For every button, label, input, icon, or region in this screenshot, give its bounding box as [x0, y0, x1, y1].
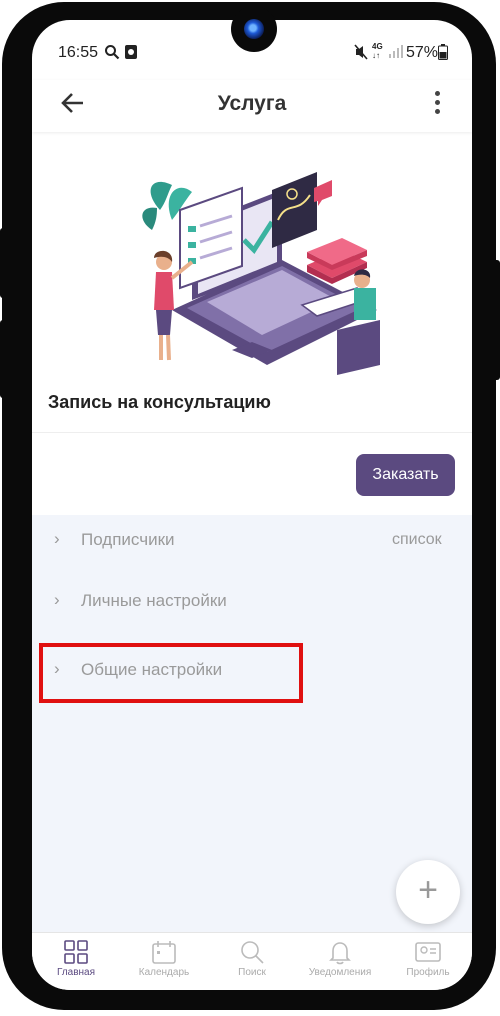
front-camera: [231, 6, 277, 52]
search-icon: [241, 941, 264, 964]
calendar-icon: [152, 941, 176, 964]
nav-label: Уведомления: [308, 967, 372, 978]
mute-icon: [354, 44, 368, 64]
app-bar: Услуга: [32, 80, 472, 132]
volume-button-2: [0, 320, 8, 398]
nav-label: Профиль: [406, 967, 450, 978]
bell-icon: [329, 942, 351, 965]
consultation-illustration: [142, 172, 380, 375]
service-name: Запись на консультацию: [48, 392, 271, 412]
grid-icon: [64, 940, 88, 964]
nav-home[interactable]: Главная: [32, 939, 120, 978]
list-item-subscribers[interactable]: › Подписчики список: [32, 521, 472, 561]
network-4g-icon: 4G ↓↑: [372, 42, 383, 60]
screen: 16:55 4G ↓↑ 57% Услуга Запись на консуль…: [32, 20, 472, 990]
highlight-box: [39, 643, 303, 703]
battery-percent: 57%: [406, 44, 439, 61]
nav-label: Поиск: [238, 967, 266, 978]
nav-notifications[interactable]: Уведомления: [296, 939, 384, 978]
bottom-navigation: Главная Календарь Поиск Уведомления Проф…: [32, 932, 472, 990]
add-button[interactable]: +: [396, 860, 460, 924]
battery-icon: [438, 44, 448, 64]
chevron-right-icon: ›: [54, 590, 60, 609]
list-item-label: Подписчики: [81, 530, 175, 549]
nav-label: Главная: [56, 967, 96, 978]
profile-card-icon: [415, 942, 441, 962]
order-button[interactable]: Заказать: [356, 454, 455, 496]
power-button: [492, 260, 500, 380]
chevron-right-icon: ›: [54, 529, 60, 548]
plus-icon: +: [418, 871, 438, 909]
list-item-value: список: [392, 531, 442, 548]
page-title: Услуга: [217, 92, 287, 115]
list-item-label: Личные настройки: [81, 591, 227, 610]
more-menu-icon[interactable]: [432, 88, 442, 118]
list-item-personal-settings[interactable]: › Личные настройки: [32, 582, 472, 622]
search-status-icon: [104, 44, 120, 64]
nav-label: Календарь: [138, 967, 190, 978]
nav-search[interactable]: Поиск: [208, 939, 296, 978]
status-time: 16:55: [58, 44, 99, 61]
signal-icon: [388, 44, 404, 62]
volume-button: [0, 228, 8, 298]
nav-calendar[interactable]: Календарь: [120, 939, 208, 978]
divider: [32, 432, 472, 433]
app-notification-icon: [124, 44, 138, 64]
nav-profile[interactable]: Профиль: [384, 939, 472, 978]
